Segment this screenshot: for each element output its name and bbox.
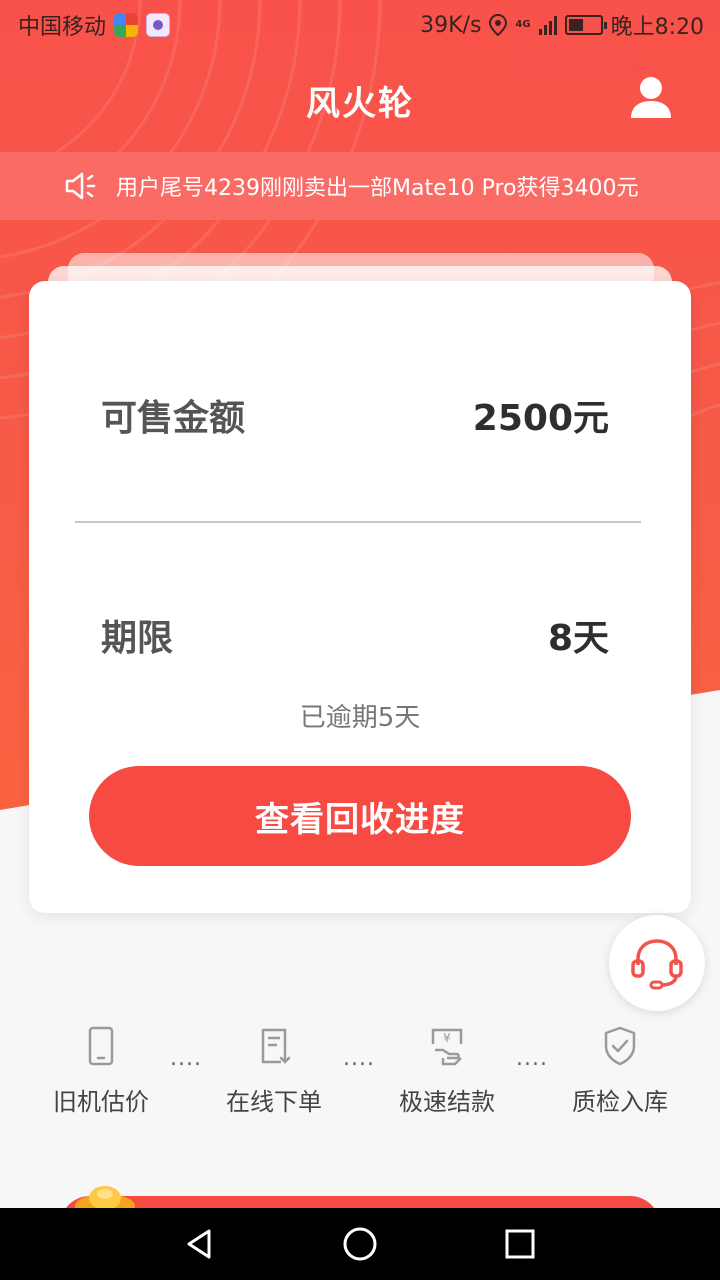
home-button[interactable] [330,1214,390,1274]
svg-text:¥: ¥ [443,1031,451,1045]
step-item: 在线下单 [194,1020,354,1117]
phone-icon [88,1026,114,1066]
step-label: 极速结款 [399,1088,495,1116]
notice-text: 用户尾号4239刚刚卖出一部Mate10 Pro获得3400元 [116,176,639,201]
speaker-icon [65,172,96,200]
process-steps: 旧机估价 .... 在线下单 .... ¥ 极速结款 .... 质检入库 [0,1020,720,1130]
sellable-amount-label: 可售金额 [101,398,246,439]
step-label: 在线下单 [226,1088,322,1116]
status-right: 39K/s 4G 晚上8:20 [420,9,704,41]
view-recycle-progress-button[interactable]: 查看回收进度 [89,766,631,866]
signal-strength-icon [538,15,557,35]
sellable-amount-value: 2500元 [472,398,609,439]
status-bar: 中国移动 39K/s 4G 晚上8:20 [0,0,720,50]
network-speed: 39K/s [420,12,482,38]
user-icon[interactable] [628,74,674,120]
step-item: ¥ 极速结款 [367,1020,527,1117]
network-type-label: 4G [515,19,531,30]
app-notification-icon [114,13,139,37]
battery-icon [564,15,607,35]
step-item: 质检入库 [540,1020,700,1117]
payment-icon: ¥ [431,1028,463,1066]
notice-bar: 用户尾号4239刚刚卖出一部Mate10 Pro获得3400元 [0,152,720,220]
back-triangle-icon [187,1229,211,1259]
step-label: 旧机估价 [53,1088,149,1116]
recents-button[interactable] [490,1214,550,1274]
clock-time: 晚上8:20 [610,15,704,40]
divider [75,521,641,523]
system-nav-bar [0,1208,720,1280]
shield-check-icon [604,1026,636,1066]
term-label: 期限 [101,618,174,659]
overdue-status: 已逾期5天 [299,703,421,733]
recents-square-icon [505,1229,535,1259]
page-title: 风火轮 [306,83,414,124]
home-circle-icon [343,1227,377,1261]
status-left: 中国移动 [18,9,171,41]
headset-icon [631,939,683,990]
recycle-info-card: 可售金额 2500元 期限 8天 已逾期5天 查看回收进度 [29,281,691,913]
location-icon [489,14,508,36]
customer-service-button[interactable] [609,915,705,1011]
back-button[interactable] [170,1214,230,1274]
term-value: 8天 [547,618,609,659]
step-item: 旧机估价 [21,1020,181,1117]
app-header: 风火轮 [0,50,720,150]
baidu-paw-icon [146,13,171,37]
carrier-name: 中国移动 [18,15,107,40]
order-form-icon [261,1028,291,1064]
step-label: 质检入库 [572,1088,668,1116]
